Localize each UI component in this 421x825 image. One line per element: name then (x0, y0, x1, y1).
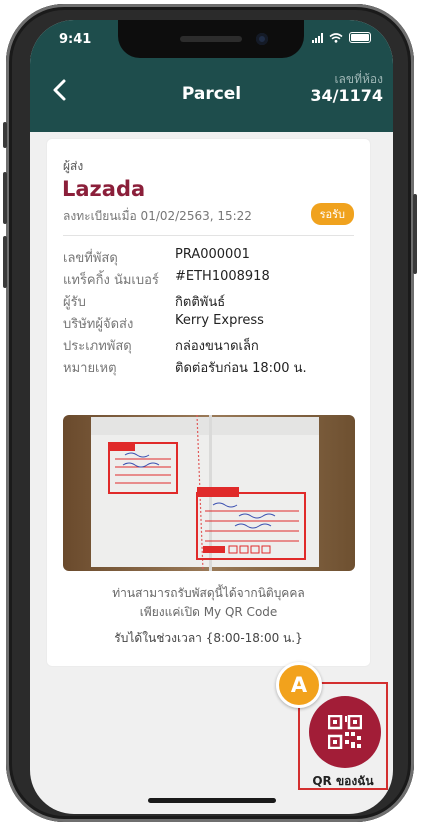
mute-switch (3, 122, 7, 148)
status-badge: รอรับ (310, 203, 354, 225)
detail-row: บริษัทผู้จัดส่ง Kerry Express (63, 309, 363, 332)
pickup-note-line1: ท่านสามารถรับพัสดุนี้ได้จากนิติบุคคล (112, 586, 305, 600)
status-icons (312, 32, 371, 43)
detail-row: เลขที่พัสดุ PRA000001 (63, 243, 363, 266)
registered-date: ลงทะเบียนเมื่อ 01/02/2563, 15:22 (63, 209, 252, 223)
parcel-details: เลขที่พัสดุ PRA000001 แทร็คกิ้ง นัมเบอร์… (63, 243, 363, 376)
pickup-note: ท่านสามารถรับพัสดุนี้ได้จากนิติบุคคล เพี… (47, 584, 370, 622)
signal-icon (312, 32, 323, 43)
qr-code-icon (328, 715, 362, 749)
phone-frame: 9:41 Parcel เลขที่ห้อง 34/1174 ผู้ส่ง La… (3, 4, 417, 822)
sender-name: Lazada (62, 177, 146, 201)
pickup-time: รับได้ในช่วงเวลา {8:00-18:00 น.} (114, 631, 303, 645)
my-qr-button[interactable] (309, 696, 381, 768)
volume-down-button (3, 236, 7, 288)
detail-value: ติดต่อรับก่อน 18:00 น. (175, 361, 307, 376)
divider (63, 235, 354, 236)
detail-value: PRA000001 (175, 247, 250, 262)
detail-row: ผู้รับ กิตติพันธ์ (63, 287, 363, 310)
detail-key: หมายเหตุ (63, 361, 117, 376)
parcel-card: ผู้ส่ง Lazada ลงทะเบียนเมื่อ 01/02/2563,… (46, 138, 371, 667)
sender-label: ผู้ส่ง (63, 159, 84, 173)
detail-row: แทร็คกิ้ง นัมเบอร์ #ETH1008918 (63, 265, 363, 288)
annotation-marker: A (276, 662, 322, 708)
speaker (180, 36, 242, 42)
screen: 9:41 Parcel เลขที่ห้อง 34/1174 ผู้ส่ง La… (30, 20, 393, 814)
battery-icon (349, 32, 371, 43)
detail-row: ประเภทพัสดุ กล่องขนาดเล็ก (63, 331, 363, 354)
pickup-note-line2: เพียงแค่เปิด My QR Code (139, 605, 278, 619)
detail-value: #ETH1008918 (175, 269, 270, 284)
room-number: 34/1174 (310, 86, 383, 105)
wifi-icon (329, 32, 343, 43)
parcel-photo (63, 415, 355, 571)
camera-icon (256, 33, 268, 45)
my-qr-label[interactable]: QR ของฉัน (298, 772, 388, 791)
detail-value: Kerry Express (175, 313, 264, 328)
home-indicator[interactable] (148, 798, 276, 803)
detail-row: หมายเหตุ ติดต่อรับก่อน 18:00 น. (63, 353, 363, 376)
header-bar: 9:41 Parcel เลขที่ห้อง 34/1174 (30, 20, 393, 132)
status-time: 9:41 (59, 32, 92, 47)
volume-up-button (3, 172, 7, 224)
notch (118, 20, 304, 58)
power-button (413, 194, 417, 274)
